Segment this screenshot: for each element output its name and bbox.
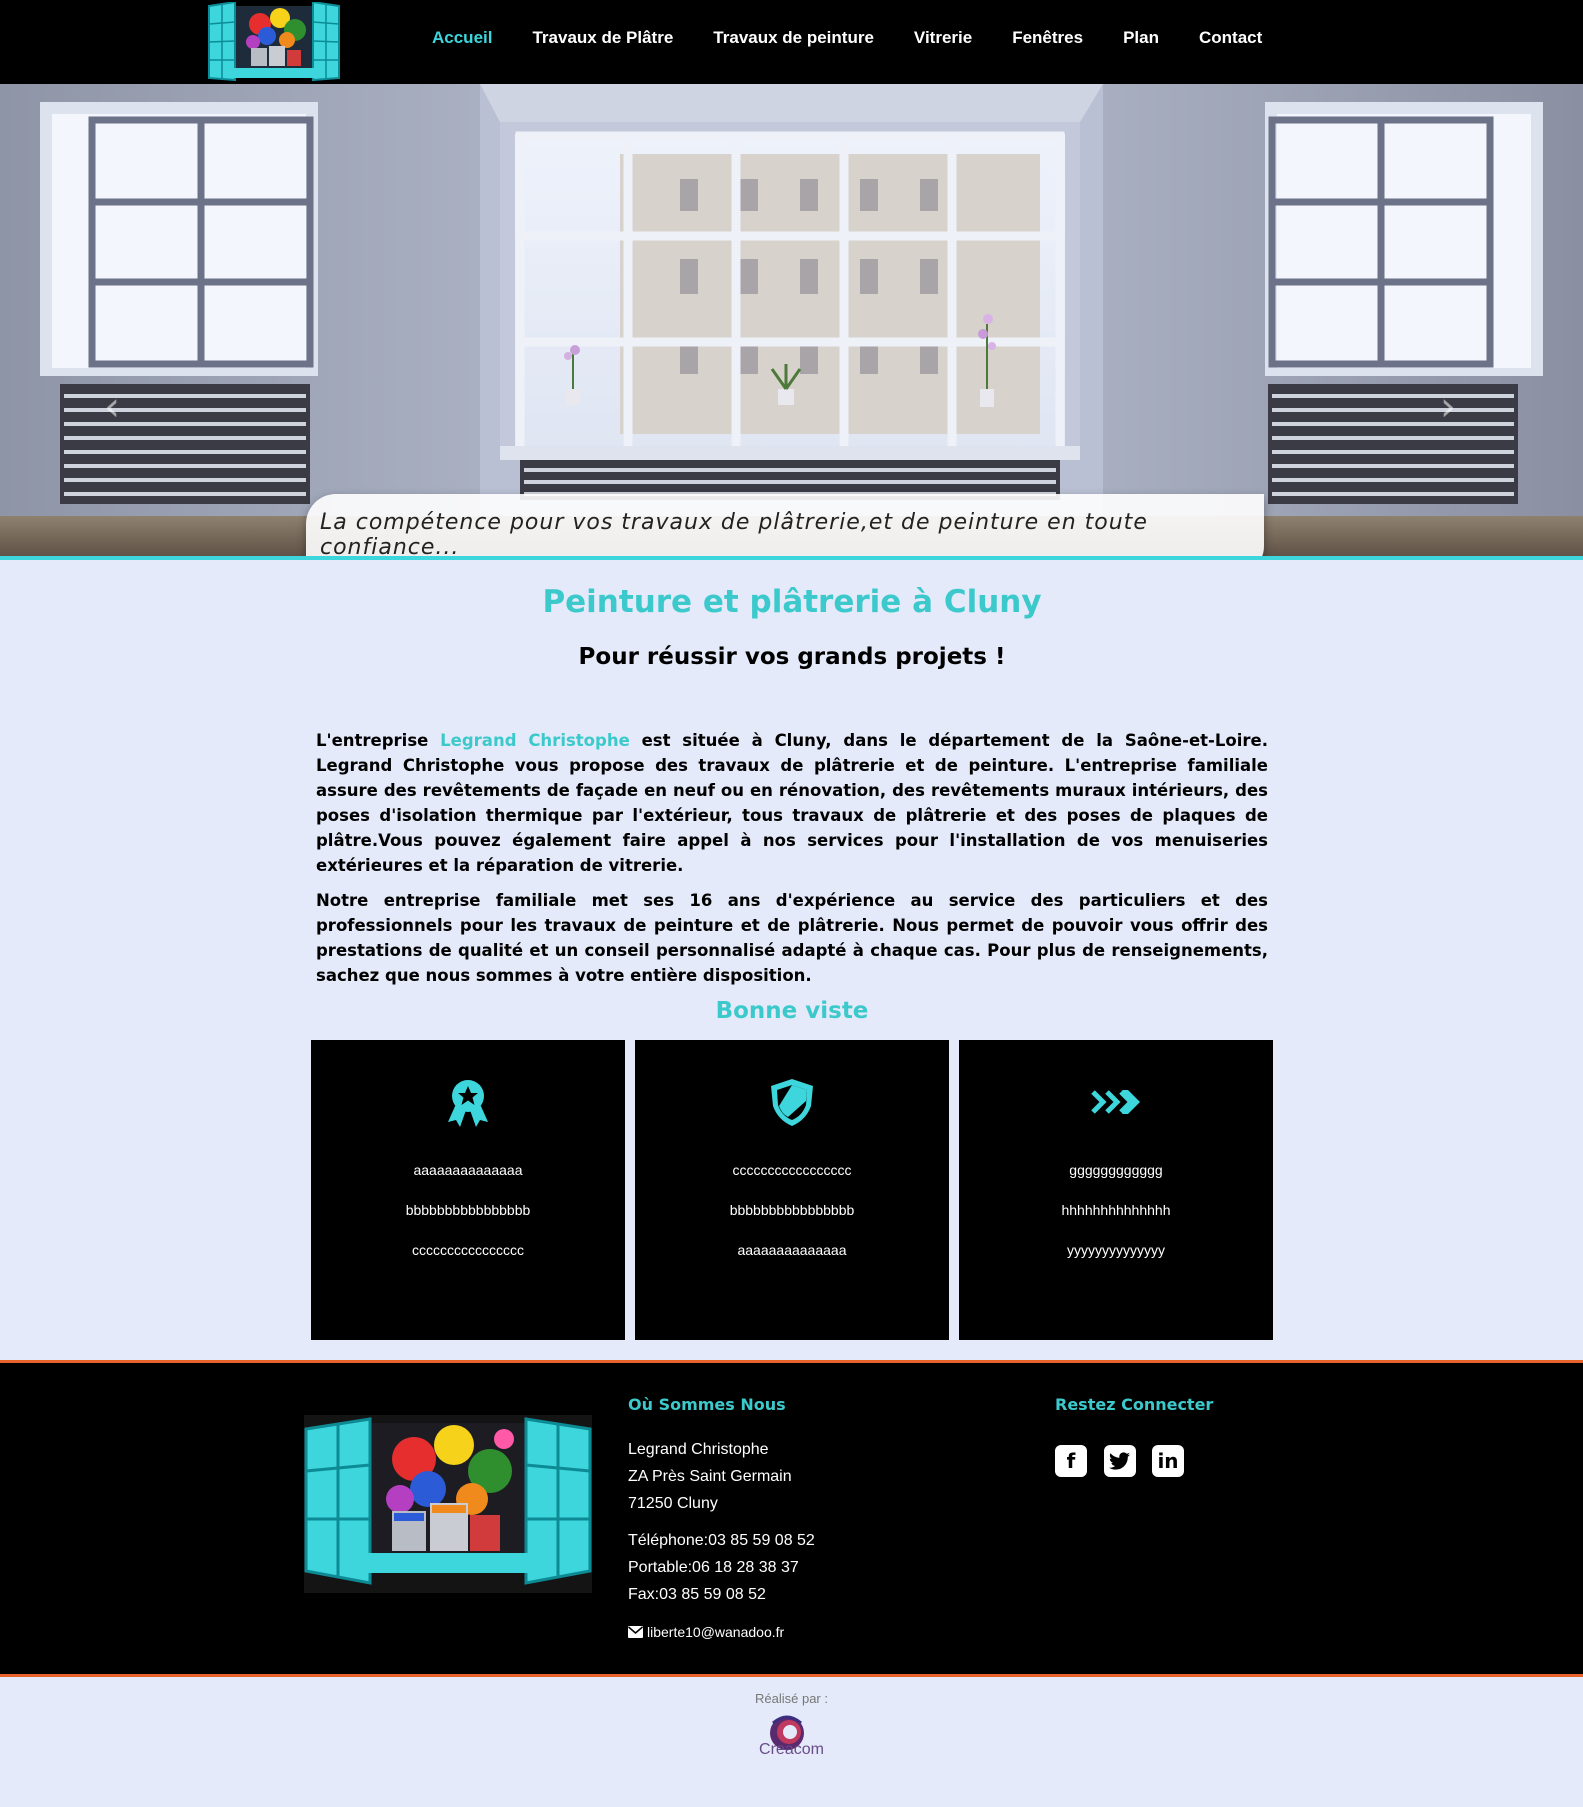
facebook-icon[interactable]: f	[1055, 1445, 1087, 1477]
nav-item-fenetres[interactable]: Fenêtres	[992, 0, 1103, 80]
feature-line: bbbbbbbbbbbbbbbb	[405, 1202, 531, 1218]
shield-icon	[771, 1079, 813, 1126]
page-subtitle: Pour réussir vos grands projets !	[578, 644, 1006, 670]
feature-line: yyyyyyyyyyyyyy	[1067, 1242, 1165, 1258]
site-footer: Où Sommes Nous Legrand Christophe ZA Prè…	[0, 1360, 1583, 1677]
feature-line: hhhhhhhhhhhhhh	[1061, 1202, 1171, 1218]
feature-line: bbbbbbbbbbbbbbbb	[729, 1202, 855, 1218]
company-name: Legrand Christophe	[628, 1441, 769, 1458]
fax-number: Fax:03 85 59 08 52	[628, 1586, 766, 1603]
intro-p1-end: est située à Cluny, dans le département …	[316, 731, 1269, 875]
feature-line: gggggggggggg	[1069, 1162, 1163, 1178]
hero-caption-text: La compétence pour vos travaux de plâtre…	[320, 510, 1148, 560]
page-title: Peinture et plâtrerie à Cluny	[542, 584, 1042, 620]
credit-label: Réalisé par :	[755, 1691, 828, 1706]
phone-number: Téléphone:03 85 59 08 52	[628, 1532, 815, 1549]
envelope-icon	[628, 1626, 643, 1638]
hero-image	[0, 84, 1583, 560]
intro-text: L'entreprise Legrand Christophe est situ…	[316, 728, 1268, 998]
mobile-number: Portable:06 18 28 38 37	[628, 1559, 799, 1576]
nav-item-travaux-platre[interactable]: Travaux de Plâtre	[512, 0, 693, 80]
address-line-2: 71250 Cluny	[628, 1495, 718, 1512]
hero-caption: La compétence pour vos travaux de plâtre…	[306, 494, 1264, 560]
chevron-right-icon[interactable]: ›	[1440, 384, 1456, 430]
feature-line: cccccccccccccccc	[412, 1242, 524, 1258]
feature-line: ccccccccccccccccc	[732, 1162, 852, 1178]
feature-line: aaaaaaaaaaaaaa	[737, 1242, 847, 1258]
feature-line: aaaaaaaaaaaaaa	[413, 1162, 523, 1178]
feature-box: aaaaaaaaaaaaaa bbbbbbbbbbbbbbbb cccccccc…	[311, 1040, 625, 1340]
nav-item-accueil[interactable]: Accueil	[412, 0, 512, 80]
award-ribbon-icon	[448, 1080, 488, 1127]
intro-paragraph-1: L'entreprise Legrand Christophe est situ…	[316, 728, 1268, 878]
nav-item-vitrerie[interactable]: Vitrerie	[894, 0, 992, 80]
site-logo[interactable]	[205, 2, 343, 82]
company-name-link[interactable]: Legrand Christophe	[440, 731, 630, 750]
creacom-brand[interactable]: Creacom	[0, 1741, 1583, 1759]
feature-box: ccccccccccccccccc bbbbbbbbbbbbbbbb aaaaa…	[635, 1040, 949, 1340]
chevron-left-icon[interactable]: ‹	[104, 384, 120, 430]
twitter-icon[interactable]	[1104, 1445, 1136, 1477]
footer-logo	[304, 1415, 592, 1593]
nav-item-travaux-peinture[interactable]: Travaux de peinture	[693, 0, 894, 80]
linkedin-icon[interactable]: in	[1152, 1445, 1184, 1477]
intro-paragraph-2: Notre entreprise familiale met ses 16 an…	[316, 891, 1268, 985]
main-content: Peinture et plâtrerie à Cluny Pour réuss…	[286, 560, 1298, 1360]
feature-box: gggggggggggg hhhhhhhhhhhhhh yyyyyyyyyyyy…	[959, 1040, 1273, 1340]
location-heading: Où Sommes Nous	[628, 1395, 786, 1414]
section-title: Bonne viste	[715, 998, 869, 1024]
credit-bar: Réalisé par : Creacom	[0, 1677, 1583, 1807]
nav-item-contact[interactable]: Contact	[1179, 0, 1282, 80]
triple-chevron-right-icon	[1091, 1090, 1140, 1114]
nav-item-plan[interactable]: Plan	[1103, 0, 1179, 80]
intro-p1-start: L'entreprise	[316, 731, 441, 750]
top-navbar: Accueil Travaux de Plâtre Travaux de pei…	[0, 0, 1583, 84]
address-line-1: ZA Près Saint Germain	[628, 1468, 792, 1485]
email-link[interactable]: liberte10@wanadoo.fr	[628, 1624, 784, 1640]
hero-slider: ‹ › La compétence pour vos travaux de pl…	[0, 84, 1583, 560]
social-heading: Restez Connecter	[1055, 1395, 1214, 1414]
main-menu: Accueil Travaux de Plâtre Travaux de pei…	[412, 0, 1282, 84]
email-address: liberte10@wanadoo.fr	[647, 1624, 785, 1640]
